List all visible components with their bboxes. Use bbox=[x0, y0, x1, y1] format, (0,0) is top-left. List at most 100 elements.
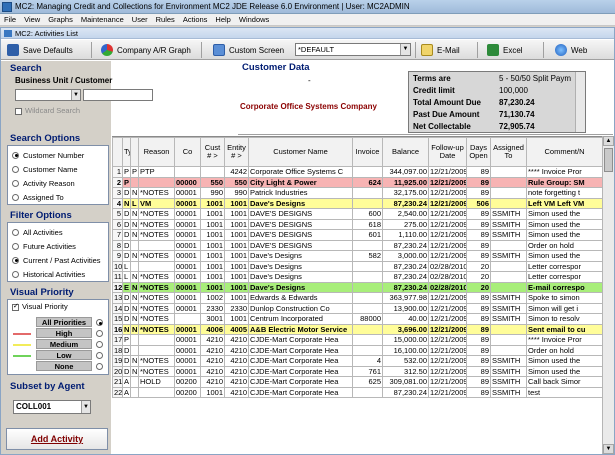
filter-option-radio-2[interactable]: Current / Past Activities bbox=[8, 253, 108, 267]
search-option-radio-3[interactable]: Assigned To bbox=[8, 190, 108, 204]
business-unit-select[interactable]: ▼ bbox=[15, 89, 81, 101]
filter-option-radio-1[interactable]: Future Activities bbox=[8, 239, 108, 253]
customer-input[interactable] bbox=[83, 89, 153, 101]
filter-option-radio-3[interactable]: Historical Activities bbox=[8, 267, 108, 281]
radio-icon bbox=[96, 341, 103, 348]
grid-scrollbar[interactable]: ▲ ▼ bbox=[602, 136, 614, 454]
excel-button[interactable]: Excel bbox=[487, 43, 523, 57]
cell-p: N bbox=[130, 313, 139, 325]
visual-priority-checkbox[interactable]: Visual Priority bbox=[12, 302, 68, 311]
scroll-thumb[interactable] bbox=[604, 148, 613, 172]
column-header-13[interactable]: Comment/N bbox=[526, 137, 602, 167]
column-header-8[interactable]: Invoice bbox=[352, 137, 383, 167]
cell-type: E bbox=[122, 281, 131, 293]
cell-cust: 990 bbox=[200, 187, 225, 199]
column-header-12[interactable]: Assigned To bbox=[490, 137, 527, 167]
cell-reason: *NOTES bbox=[138, 313, 175, 325]
column-header-7[interactable]: Customer Name bbox=[248, 137, 353, 167]
cell-co bbox=[174, 166, 201, 178]
table-row[interactable]: 20 D N *NOTES 00001 4210 4210 CJDE-Mart Corpora… bbox=[112, 365, 602, 377]
search-option-radio-2[interactable]: Activity Reason bbox=[8, 176, 108, 190]
column-header-0[interactable] bbox=[112, 137, 123, 167]
column-header-2[interactable] bbox=[130, 137, 139, 167]
cell-days: 89 bbox=[466, 313, 491, 325]
cell-bal: 1,110.00 bbox=[382, 229, 429, 241]
table-row[interactable]: 3 D N *NOTES 00001 990 990 Patrick Industries 32… bbox=[112, 187, 602, 199]
table-row[interactable]: 14 D N *NOTES 00001 2330 2330 Dunlop Constructi… bbox=[112, 302, 602, 314]
table-row[interactable]: 5 D N *NOTES 00001 1001 1001 DAVE'S DESIGNS 600 2… bbox=[112, 208, 602, 220]
table-row[interactable]: 22 A 00200 1001 4210 CJDE-Mart Corporate Hea 8… bbox=[112, 386, 602, 398]
column-header-3[interactable]: Reason bbox=[138, 137, 175, 167]
menu-windows[interactable]: Windows bbox=[235, 14, 273, 24]
priority-level-0[interactable]: All Priorities bbox=[8, 317, 108, 328]
cell-asg: SSMITH bbox=[490, 376, 527, 388]
company-graph-button[interactable]: Company A/R Graph bbox=[101, 43, 191, 57]
table-row[interactable]: 16 N N *NOTES 00001 4006 4005 A&B Electric Moto… bbox=[112, 323, 602, 335]
save-defaults-button[interactable]: Save Defaults bbox=[7, 43, 73, 57]
scroll-up-icon[interactable]: ▲ bbox=[603, 136, 614, 146]
menu-help[interactable]: Help bbox=[211, 14, 234, 24]
table-row[interactable]: 4 N L VM 00001 1001 1001 Dave's Designs 87,230.2… bbox=[112, 197, 602, 209]
cell-inv bbox=[352, 281, 383, 293]
search-option-radio-0[interactable]: Customer Number bbox=[8, 148, 108, 162]
table-row[interactable]: 2 P 00000 550 550 City Light & Power 624 11,925… bbox=[112, 176, 602, 188]
priority-level-1[interactable]: High bbox=[8, 328, 108, 339]
table-row[interactable]: 12 E N *NOTES 00001 1001 1001 Dave's Designs 87,… bbox=[112, 281, 602, 293]
column-header-6[interactable]: Entity # > bbox=[224, 137, 249, 167]
agent-select[interactable]: COLL001 ▼ bbox=[13, 400, 91, 414]
cell-cust: 550 bbox=[200, 176, 225, 188]
filter-option-radio-0[interactable]: All Activities bbox=[8, 225, 108, 239]
table-row[interactable]: 17 P 00001 4210 4210 CJDE-Mart Corporate Hea 1… bbox=[112, 334, 602, 346]
table-row[interactable]: 18 D 00001 4210 4210 CJDE-Mart Corporate Hea 1… bbox=[112, 344, 602, 356]
menu-file[interactable]: File bbox=[0, 14, 20, 24]
table-row[interactable]: 7 D N *NOTES 00001 1001 1001 DAVE'S DESIGNS 601 1… bbox=[112, 229, 602, 241]
cell-name: DAVE'S DESIGNS bbox=[248, 239, 353, 251]
menu-maintenance[interactable]: Maintenance bbox=[77, 14, 128, 24]
cell-type: A bbox=[122, 386, 131, 398]
menu-graphs[interactable]: Graphs bbox=[44, 14, 77, 24]
cell-p bbox=[130, 334, 139, 346]
table-row[interactable]: 11 L N *NOTES 00001 1001 1001 Dave's Designs 87,… bbox=[112, 271, 602, 283]
custom-screen-button[interactable]: Custom Screen bbox=[213, 43, 284, 57]
priority-level-3[interactable]: Low bbox=[8, 350, 108, 361]
cell-bal: 87,230.24 bbox=[382, 271, 429, 283]
priority-level-4[interactable]: None bbox=[8, 361, 108, 372]
menu-view[interactable]: View bbox=[20, 14, 44, 24]
info-scrollbar[interactable] bbox=[575, 72, 585, 132]
cell-reason: HOLD bbox=[138, 376, 175, 388]
cell-cmt: Order on hold bbox=[526, 239, 602, 251]
table-row[interactable]: 8 D 00001 1001 1001 DAVE'S DESIGNS 87,230.24 12… bbox=[112, 239, 602, 251]
cell-co: 00001 bbox=[174, 323, 201, 335]
custom-screen-select[interactable]: *DEFAULT ▼ bbox=[295, 43, 411, 56]
column-header-5[interactable]: Cust # > bbox=[200, 137, 225, 167]
table-row[interactable]: 9 D N *NOTES 00001 1001 1001 Dave's Designs 582 3… bbox=[112, 250, 602, 262]
table-row[interactable]: 21 A HOLD 00200 4210 4210 CJDE-Mart Corporate … bbox=[112, 376, 602, 388]
chevron-down-icon: ▼ bbox=[81, 401, 90, 413]
cell-reason bbox=[138, 334, 175, 346]
column-header-9[interactable]: Balance bbox=[382, 137, 429, 167]
column-header-4[interactable]: Co bbox=[174, 137, 201, 167]
column-header-10[interactable]: Follow-up Date bbox=[428, 137, 467, 167]
add-activity-button[interactable]: Add Activity bbox=[6, 428, 108, 450]
email-button[interactable]: E-Mail bbox=[421, 43, 460, 57]
table-row[interactable]: 13 D N *NOTES 00001 1002 1001 Edwards & Edwards… bbox=[112, 292, 602, 304]
table-row[interactable]: 1 P P PTP 4242 Corporate Office Systems C 344,… bbox=[112, 166, 602, 178]
wildcard-checkbox[interactable]: Wildcard Search bbox=[15, 106, 80, 115]
info-label: Past Due Amount bbox=[413, 110, 480, 119]
scroll-down-icon[interactable]: ▼ bbox=[603, 444, 614, 454]
cell-n: 12 bbox=[112, 281, 123, 293]
table-row[interactable]: 10 L 00001 1001 1001 Dave's Designs 87,230.24 0… bbox=[112, 260, 602, 272]
priority-level-2[interactable]: Medium bbox=[8, 339, 108, 350]
table-row[interactable]: 15 D N *NOTES 3001 1001 Centrum Incorporated 88… bbox=[112, 313, 602, 325]
table-row[interactable]: 19 D N *NOTES 00001 4210 4210 CJDE-Mart Corpora… bbox=[112, 355, 602, 367]
cell-p: N bbox=[130, 250, 139, 262]
table-row[interactable]: 6 D N *NOTES 00001 1001 1001 DAVE'S DESIGNS 618 2… bbox=[112, 218, 602, 230]
search-option-radio-1[interactable]: Customer Name bbox=[8, 162, 108, 176]
web-button[interactable]: Web bbox=[555, 43, 587, 57]
menu-rules[interactable]: Rules bbox=[152, 14, 179, 24]
column-header-1[interactable]: Type bbox=[122, 137, 131, 167]
menu-user[interactable]: User bbox=[128, 14, 152, 24]
column-header-11[interactable]: Days Open bbox=[466, 137, 491, 167]
cell-bal: 312.50 bbox=[382, 365, 429, 377]
menu-actions[interactable]: Actions bbox=[179, 14, 212, 24]
